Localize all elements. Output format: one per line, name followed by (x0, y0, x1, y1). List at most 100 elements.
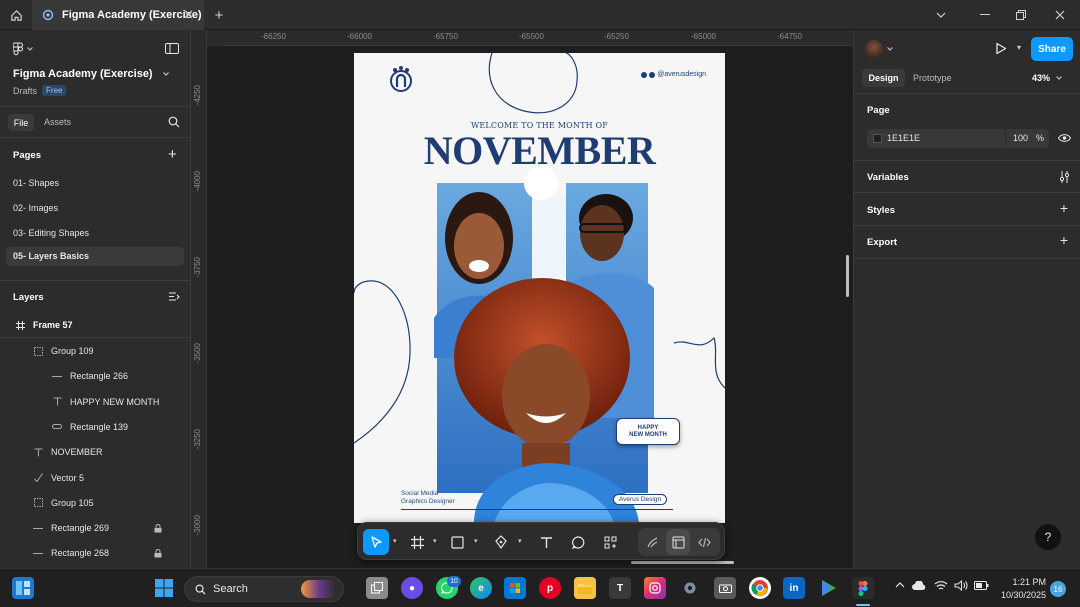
present-button[interactable] (995, 42, 1007, 55)
lock-icon[interactable] (154, 548, 162, 558)
lock-icon[interactable] (154, 523, 162, 533)
new-tab-button[interactable]: + (208, 0, 230, 30)
figma-taskbar-icon[interactable] (852, 577, 874, 599)
teams-chat-icon[interactable]: ● (401, 577, 423, 599)
page-item[interactable]: 05- Layers Basics (6, 247, 184, 266)
designer-role: Social Media Graphics Designer (401, 490, 455, 506)
linkedin-icon[interactable]: in (783, 577, 805, 599)
add-style-button[interactable]: + (1060, 200, 1068, 216)
share-button[interactable]: Share (1031, 37, 1073, 61)
brand-tag: Averus Design (613, 494, 667, 505)
layer-frame-57[interactable]: Frame 57 (0, 313, 190, 337)
store-icon[interactable] (504, 577, 526, 599)
zoom-dropdown[interactable]: 43% (1032, 73, 1062, 83)
help-button[interactable]: ? (1035, 524, 1061, 550)
comment-tool-button[interactable] (565, 529, 591, 555)
pinterest-icon[interactable]: p (539, 577, 561, 599)
layer-row[interactable]: Vector 5 (0, 466, 190, 490)
text-tool-button[interactable] (533, 529, 559, 555)
clock-date: 10/30/2025 (1000, 590, 1046, 600)
layer-row[interactable]: Rectangle 269 (0, 516, 190, 540)
show-hidden-icons-button[interactable] (895, 582, 905, 588)
maximize-button[interactable] (1006, 0, 1036, 30)
instagram-icon[interactable] (644, 577, 666, 599)
search-layers-button[interactable] (168, 116, 180, 128)
typora-icon[interactable]: T (609, 577, 631, 599)
file-name-button[interactable]: Figma Academy (Exercise) (13, 68, 169, 80)
home-button[interactable] (0, 0, 32, 30)
clock[interactable]: 1:21 PM 10/30/2025 (996, 576, 1046, 602)
chrome-icon[interactable] (749, 577, 771, 599)
color-swatch[interactable] (873, 134, 882, 143)
actions-button[interactable] (597, 529, 623, 555)
add-export-button[interactable]: + (1060, 232, 1068, 248)
camera-icon[interactable] (714, 577, 736, 599)
ruler-tick-label: -65000 (691, 32, 716, 41)
design-mode-button[interactable] (666, 529, 690, 555)
wifi-icon[interactable] (934, 580, 948, 591)
minimize-button[interactable] (970, 0, 1000, 30)
shape-tool-button[interactable] (444, 529, 470, 555)
chevron-down-icon[interactable]: ▾ (393, 537, 397, 545)
layer-row[interactable]: Rectangle 268 (0, 541, 190, 565)
chevron-down-icon (27, 47, 33, 51)
layer-row[interactable]: Group 109 (0, 339, 190, 363)
comment-icon (571, 535, 584, 549)
widgets-icon[interactable] (12, 577, 34, 599)
layer-row[interactable]: Group 105 (0, 491, 190, 515)
start-button[interactable] (153, 577, 175, 599)
layer-row[interactable]: NOVEMBER (0, 440, 190, 464)
toggle-visibility-button[interactable] (1058, 133, 1071, 143)
task-view-icon[interactable] (366, 577, 388, 599)
layers-options-button[interactable] (169, 292, 180, 301)
chevron-down-icon[interactable]: ▾ (433, 537, 437, 545)
volume-icon[interactable] (954, 580, 968, 591)
tabs-dropdown-button[interactable] (926, 0, 956, 30)
variables-heading[interactable]: Variables (867, 172, 909, 183)
plan-badge[interactable]: Free (42, 85, 67, 96)
variables-settings-button[interactable] (1059, 171, 1070, 183)
page-item[interactable]: 02- Images (6, 199, 184, 218)
vertical-scrollbar[interactable] (846, 255, 849, 297)
layer-row[interactable]: Rectangle 139 (0, 415, 190, 439)
edge-browser-icon[interactable]: e (470, 577, 492, 599)
frame-tool-button[interactable] (404, 529, 430, 555)
settings-icon[interactable] (679, 577, 701, 599)
draw-mode-button[interactable] (640, 529, 664, 555)
main-menu-button[interactable] (13, 42, 33, 56)
close-window-button[interactable] (1045, 0, 1075, 30)
onedrive-icon[interactable] (912, 581, 926, 590)
tab-file[interactable]: File (8, 114, 34, 131)
taskbar-search[interactable]: Search (184, 576, 344, 602)
add-page-button[interactable]: + (168, 146, 177, 163)
chevron-down-icon[interactable]: ▾ (474, 537, 478, 545)
pen-tool-button[interactable] (488, 529, 514, 555)
file-explorer-icon[interactable] (574, 577, 596, 599)
layer-row[interactable]: HAPPY NEW MONTH (0, 390, 190, 414)
move-tool-button[interactable] (363, 529, 389, 555)
frame-57-poster[interactable]: @averusdesign WELCOME TO THE MONTH OF NO… (354, 53, 725, 523)
page-color-field[interactable]: 1E1E1E 100 % (867, 129, 1049, 148)
clock-time: 1:21 PM (1012, 577, 1046, 587)
file-location[interactable]: Drafts (13, 86, 37, 96)
notifications-badge[interactable]: 16 (1050, 581, 1066, 597)
tab-design[interactable]: Design (862, 69, 905, 87)
dev-mode-button[interactable] (692, 529, 716, 555)
file-tab[interactable]: Figma Academy (Exercise) ✕ (32, 0, 204, 30)
user-avatar-button[interactable] (865, 40, 893, 58)
horizontal-scrollbar[interactable] (631, 561, 734, 564)
canvas[interactable]: -66250 -66000 -65750 -65500 -65250 -65000 -647… (191, 30, 853, 568)
tab-prototype[interactable]: Prototype (913, 73, 952, 83)
chevron-down-icon[interactable]: ▾ (518, 537, 522, 545)
toggle-sidebar-button[interactable] (165, 43, 179, 54)
layer-row[interactable]: Rectangle 266 (0, 364, 190, 388)
battery-icon[interactable] (974, 581, 989, 590)
page-item[interactable]: 03- Editing Shapes (6, 224, 184, 243)
chevron-down-icon[interactable]: ▾ (1017, 43, 1021, 52)
google-play-icon[interactable] (818, 577, 840, 599)
page-item[interactable]: 01- Shapes (6, 174, 184, 193)
page-color-hex[interactable]: 1E1E1E (887, 133, 920, 143)
page-opacity[interactable]: 100 (1013, 133, 1028, 143)
tab-assets[interactable]: Assets (44, 117, 71, 127)
close-tab-icon[interactable]: ✕ (183, 7, 194, 23)
